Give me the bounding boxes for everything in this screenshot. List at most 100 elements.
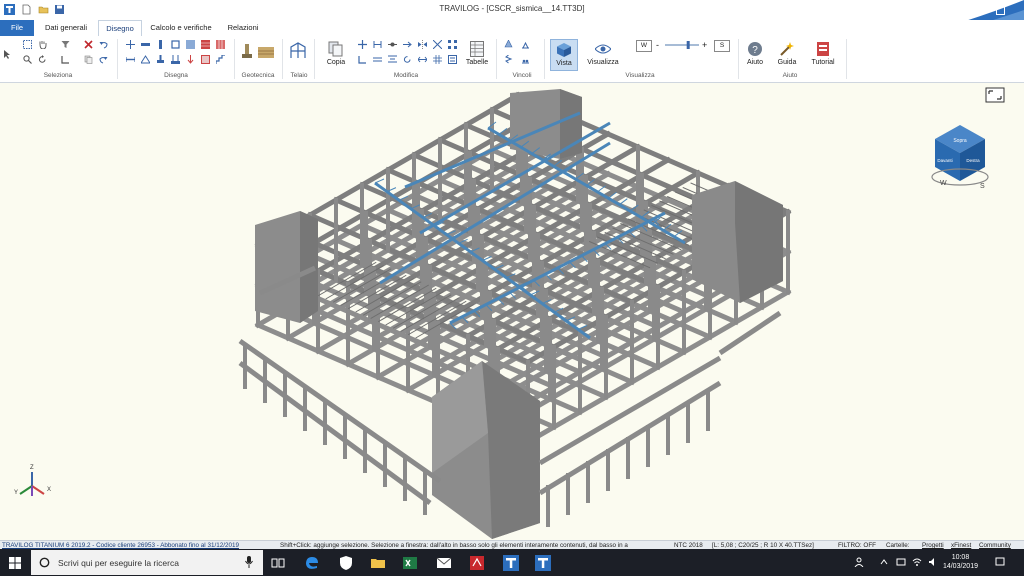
telaio-frame-icon[interactable] [289,42,307,60]
guida-button[interactable]: Guida [774,39,800,69]
security-shield-icon[interactable] [338,555,354,571]
draw-plinth-icon[interactable] [156,55,165,64]
redo-icon[interactable] [99,55,108,64]
group-separator [544,39,545,79]
clock-time: 10:08 [951,554,970,561]
notifications-icon[interactable] [995,557,1005,567]
tutorial-button[interactable]: Tutorial [806,39,840,69]
taskbar-search[interactable]: Scrivi qui per eseguire la ricerca [31,550,263,575]
network-icon[interactable] [896,557,906,567]
microphone-icon[interactable] [245,556,253,568]
aiuto-button[interactable]: ? Aiuto [743,39,767,69]
tab-file[interactable]: File [0,20,34,36]
tab-relazioni[interactable]: Relazioni [222,20,264,36]
select-window-icon[interactable] [23,40,32,49]
draw-foundation-icon[interactable] [171,55,180,64]
tabelle-label: Tabelle [465,59,489,66]
draw-area-icon[interactable] [201,55,210,64]
draw-wall-icon[interactable] [186,40,195,49]
tray-chevron-icon[interactable] [880,558,888,566]
slider-minus-button[interactable]: - [656,40,659,50]
copia-button[interactable]: Copia [322,39,350,69]
fixed-support-icon[interactable] [504,40,513,49]
filter-icon[interactable] [61,40,70,49]
roller-support-icon[interactable] [521,55,530,64]
scale-icon[interactable] [433,40,442,49]
slider-left-label: W [636,40,652,52]
select-corner-icon[interactable] [61,55,70,64]
offset-icon[interactable] [373,55,382,64]
tab-disegno[interactable]: Disegno [98,20,142,37]
travilog-app-icon[interactable] [503,555,519,571]
split-icon[interactable] [373,40,382,49]
trim-icon[interactable] [358,55,367,64]
windows-taskbar: Scrivi qui per eseguire la ricerca 10:08… [0,549,1024,576]
travilog-app-active-icon[interactable] [535,555,551,571]
extend-icon[interactable] [403,40,412,49]
edge-browser-icon[interactable] [304,555,320,571]
draw-column-icon[interactable] [156,40,165,49]
rotate-icon[interactable] [38,55,47,64]
delete-icon[interactable] [84,40,93,49]
excel-icon[interactable] [402,555,418,571]
geotecnica-soil-icon[interactable] [258,44,274,58]
tab-calcolo-e-verifiche[interactable]: Calcolo e verifiche [144,20,218,36]
wifi-icon[interactable] [912,557,922,567]
draw-beam-icon[interactable] [141,40,150,49]
copy-doc-icon[interactable] [84,55,93,64]
draw-slab-icon[interactable] [201,40,210,49]
tabelle-button[interactable]: Tabelle [462,39,492,69]
rotate-element-icon[interactable] [403,55,412,64]
fullscreen-icon[interactable] [985,87,1005,103]
vista-cube-icon [557,43,571,57]
grid-icon[interactable] [433,55,442,64]
pan-hand-icon[interactable] [38,40,47,49]
stretch-icon[interactable] [418,55,427,64]
spring-support-icon[interactable] [504,55,513,64]
draw-stair-icon[interactable] [216,55,225,64]
mail-icon[interactable] [436,555,452,571]
zoom-icon[interactable] [23,55,32,64]
3d-viewport[interactable]: Sopra Davanti Destra W S Z Y X [0,83,1024,540]
draw-load-icon[interactable] [186,55,195,64]
transparency-slider[interactable] [665,40,699,50]
draw-line-icon[interactable] [126,55,135,64]
tab-dati-generali[interactable]: Dati generali [36,20,96,36]
structure-model[interactable]: Sopra Davanti Destra W S Z Y X [0,83,1024,540]
draw-truss-icon[interactable] [141,55,150,64]
draw-frame-icon[interactable] [171,40,180,49]
array-icon[interactable] [448,40,457,49]
viewcube[interactable]: Sopra Davanti Destra W S [931,125,989,190]
draw-node-icon[interactable] [126,40,135,49]
move-icon[interactable] [358,40,367,49]
undo-icon[interactable] [99,40,108,49]
pdf-app-icon[interactable] [469,555,485,571]
group-label-geotecnica: Geotecnica [241,72,275,79]
geotecnica-column-icon[interactable] [240,44,254,58]
window-controls-icon[interactable] [996,6,1005,15]
hinge-support-icon[interactable] [521,40,530,49]
visualizza-button[interactable]: Visualizza [584,39,622,69]
vista-button[interactable]: Vista [550,39,578,71]
copia-label: Copia [326,59,346,66]
windows-start-icon[interactable] [9,557,21,569]
title-bar: TRAVILOG - [CSCR_sismica__14.TT3D] [0,0,1024,36]
join-icon[interactable] [388,40,397,49]
file-explorer-icon[interactable] [370,555,386,571]
mirror-icon[interactable] [418,40,427,49]
people-icon[interactable] [854,557,864,567]
properties-icon[interactable] [448,55,457,64]
tutorial-label: Tutorial [811,59,835,66]
slider-plus-button[interactable]: + [702,40,707,50]
system-clock[interactable]: 10:08 14/03/2019 [943,553,978,571]
volume-icon[interactable] [928,557,938,567]
group-separator [314,39,315,79]
group-label-visualizza: Visualizza [625,72,655,79]
axis-triad: Z Y X [14,465,51,496]
draw-shell-icon[interactable] [216,40,225,49]
ribbon-tabs: File Dati generali Disegno Calcolo e ver… [0,20,1024,37]
task-view-icon[interactable] [270,555,286,571]
align-icon[interactable] [388,55,397,64]
pointer-icon[interactable] [3,50,12,59]
slider-right-label: S [714,40,730,52]
